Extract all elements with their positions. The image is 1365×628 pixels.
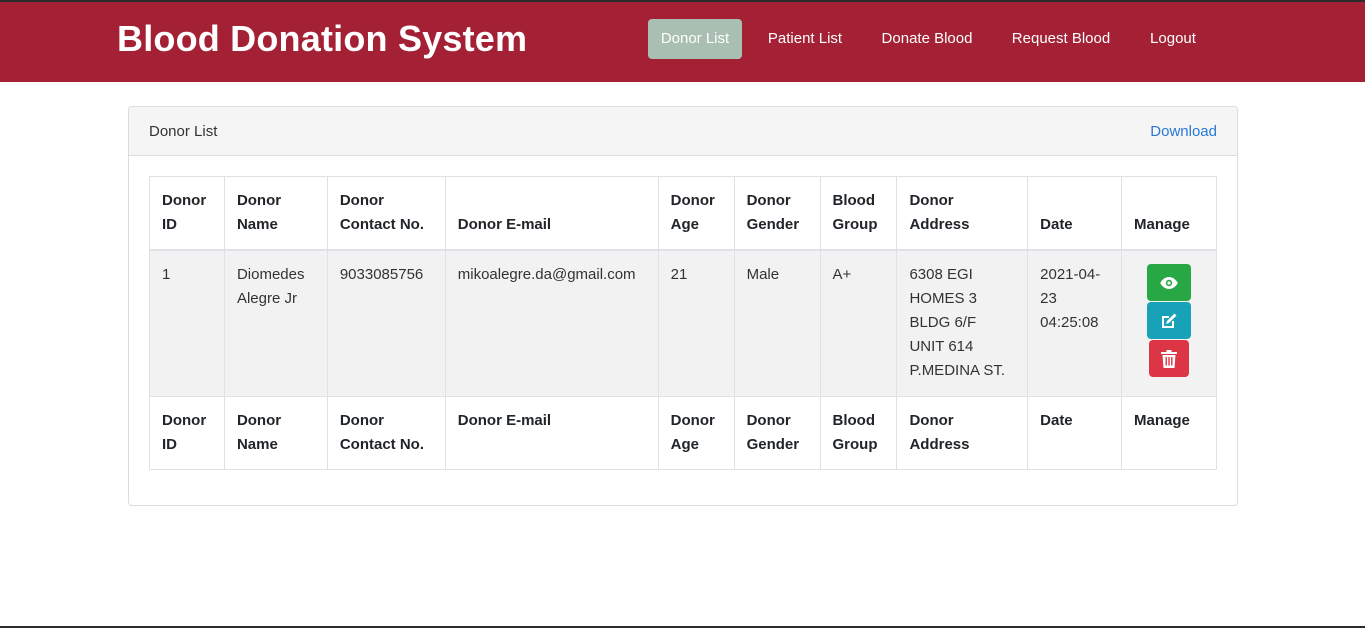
eye-icon — [1160, 276, 1178, 289]
cell-donor-name: Diomedes Alegre Jr — [223, 249, 328, 397]
cell-donor-gender: Male — [733, 249, 821, 397]
cell-donor-id: 1 — [149, 249, 225, 397]
delete-button[interactable] — [1149, 340, 1190, 377]
column-footer: Manage — [1121, 395, 1217, 470]
cell-donor-contact: 9033085756 — [326, 249, 446, 397]
column-header[interactable]: Date — [1027, 176, 1123, 251]
nav-menu: Donor List Patient List Donate Blood Req… — [0, 19, 1365, 59]
edit-icon — [1162, 313, 1177, 328]
column-footer: Date — [1027, 395, 1123, 470]
cell-donor-email: mikoalegre.da@gmail.com — [444, 249, 659, 397]
download-link[interactable]: Download — [1150, 123, 1217, 140]
view-button[interactable] — [1147, 264, 1192, 301]
nav-item-donor-list[interactable]: Donor List — [648, 19, 742, 59]
column-header[interactable]: Donor Address — [896, 176, 1029, 251]
column-header[interactable]: Donor Gender — [733, 176, 821, 251]
donor-table: Donor ID Donor Name Donor Contact No. Do… — [149, 176, 1217, 470]
column-footer: Donor Contact No. — [326, 395, 446, 470]
nav-item-request-blood[interactable]: Request Blood — [1001, 19, 1121, 59]
cell-manage — [1121, 249, 1217, 397]
column-header[interactable]: Donor Contact No. — [326, 176, 446, 251]
column-header[interactable]: Donor ID — [149, 176, 225, 251]
nav-item-logout[interactable]: Logout — [1137, 19, 1209, 59]
table-row: 1 Diomedes Alegre Jr 9033085756 mikoaleg… — [149, 249, 1217, 397]
table-footer-row: Donor ID Donor Name Donor Contact No. Do… — [149, 395, 1217, 470]
cell-date: 2021-04-23 04:25:08 — [1027, 249, 1123, 397]
nav-item-patient-list[interactable]: Patient List — [757, 19, 853, 59]
edit-button[interactable] — [1147, 302, 1192, 339]
column-footer: Donor Address — [896, 395, 1029, 470]
cell-donor-age: 21 — [657, 249, 735, 397]
card-header: Donor List Download — [129, 107, 1237, 156]
column-footer: Donor Name — [223, 395, 328, 470]
navbar: Blood Donation System Donor List Patient… — [0, 2, 1365, 82]
column-footer: Donor E-mail — [444, 395, 659, 470]
column-header[interactable]: Donor Name — [223, 176, 328, 251]
column-footer: Donor Age — [657, 395, 735, 470]
donor-list-card: Donor List Download Donor ID Donor Name … — [128, 106, 1238, 506]
column-footer: Donor ID — [149, 395, 225, 470]
column-header: Manage — [1121, 176, 1217, 251]
table-header-row: Donor ID Donor Name Donor Contact No. Do… — [149, 176, 1217, 251]
column-header[interactable]: Blood Group — [819, 176, 898, 251]
card-title: Donor List — [149, 123, 218, 140]
trash-icon — [1161, 349, 1178, 368]
cell-blood-group: A+ — [819, 249, 898, 397]
column-header[interactable]: Donor E-mail — [444, 176, 659, 251]
cell-donor-address: 6308 EGI HOMES 3 BLDG 6/F UNIT 614 P.MED… — [896, 249, 1029, 397]
column-footer: Donor Gender — [733, 395, 821, 470]
nav-item-donate-blood[interactable]: Donate Blood — [869, 19, 985, 59]
column-header[interactable]: Donor Age — [657, 176, 735, 251]
column-footer: Blood Group — [819, 395, 898, 470]
